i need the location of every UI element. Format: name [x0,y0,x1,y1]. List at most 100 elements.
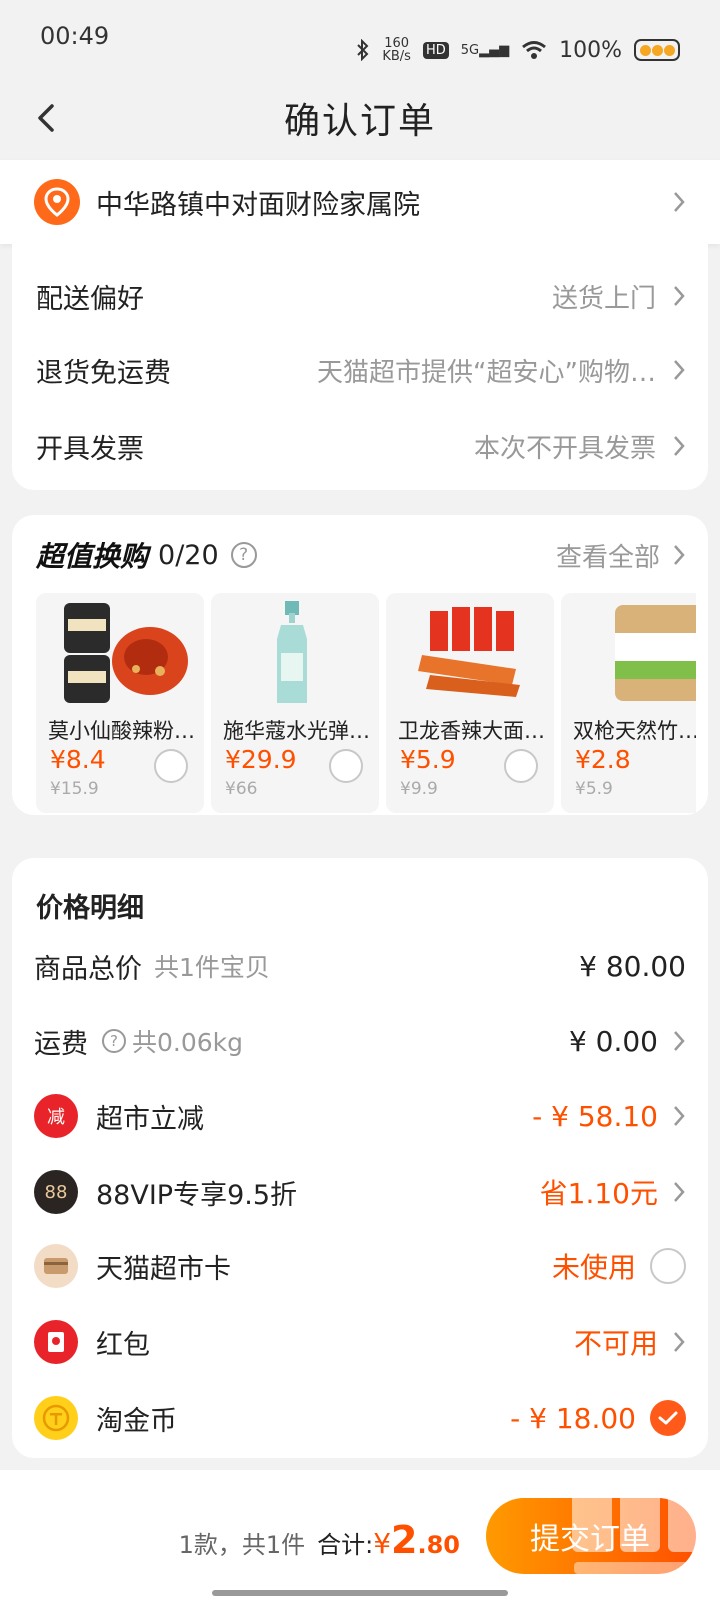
help-icon[interactable]: ? [102,1029,126,1053]
swap-product-card[interactable]: 施华蔻水光弹… ¥29.9 ¥66 [211,593,379,813]
chevron-right-icon [674,1031,685,1051]
invoice-value: 本次不开具发票 [473,433,656,464]
swap-title: 超值换购 [36,540,149,573]
shipping-weight: 共0.06kg [132,1028,244,1057]
items-total-row: 商品总价 共1件宝贝 ¥ 80.00 [34,940,686,992]
vip-discount-label: 88VIP专享9.5折 [96,1179,298,1211]
swap-select-radio[interactable] [329,749,363,783]
swap-product-price: ¥8.4 [50,745,106,774]
items-total-label: 商品总价 [34,953,142,985]
swap-product-original-price: ¥66 [225,779,258,799]
swap-product-list: 莫小仙酸辣粉… ¥8.4 ¥15.9 施华蔻水光弹… ¥29.9 ¥66 卫龙香… [36,593,696,813]
item-count: 1款，共1件 [178,1531,306,1559]
battery-percent: 100% [559,37,622,63]
swap-product-name: 卫龙香辣大面… [398,719,545,743]
vip-88-icon: 88 [34,1170,78,1214]
wifi-icon [522,41,547,59]
status-bar: 00:49 160 KB/s HD 5G▂▄▆ 100% [0,0,720,78]
chevron-right-icon [674,545,685,565]
address-text: 中华路镇中对面财险家属院 [96,189,420,221]
delivery-preference-row[interactable]: 配送偏好 送货上门 [36,276,686,316]
items-total-count: 共1件宝贝 [154,953,270,982]
nav-bar: 确认订单 [0,78,720,158]
taojin-coin-label: 淘金币 [96,1405,177,1437]
net-speed: 160 KB/s [382,36,411,64]
chevron-right-icon [674,436,685,456]
toothpick-jar-image [615,605,696,701]
red-packet-label: 红包 [96,1329,150,1361]
total-label: 合计: [317,1531,374,1559]
noodle-bowl-image [64,603,188,703]
chevron-right-icon [674,1182,685,1202]
supermarket-discount-label: 超市立减 [96,1103,204,1135]
swap-header: 超值换购 0/20 ? 查看全部 [36,535,686,575]
total-integer: 2 [391,1518,418,1562]
swap-purchase-card: 超值换购 0/20 ? 查看全部 莫小仙酸辣粉… ¥8.4 ¥15.9 施华蔻水… [12,515,708,815]
return-shipping-row[interactable]: 退货免运费 天猫超市提供“超安心”购物… [36,350,686,390]
shipping-row[interactable]: 运费 ? 共0.06kg ¥ 0.00 [34,1015,686,1067]
invoice-row[interactable]: 开具发票 本次不开具发票 [36,426,686,466]
swap-product-card[interactable]: 卫龙香辣大面… ¥5.9 ¥9.9 [386,593,554,813]
swap-select-radio[interactable] [504,749,538,783]
swap-select-radio[interactable] [154,749,188,783]
price-detail-title: 价格明细 [36,893,144,924]
watermark-logo [572,1492,708,1574]
swap-product-price: ¥5.9 [400,745,456,774]
swap-product-name: 施华蔻水光弹… [223,719,370,743]
taojin-coin-value: - ¥ 18.00 [510,1401,636,1435]
discount-badge-icon: 减 [34,1094,78,1138]
price-detail-card: 价格明细 商品总价 共1件宝贝 ¥ 80.00 运费 ? 共0.06kg ¥ 0… [12,858,708,1458]
card-icon [34,1244,78,1288]
swap-product-card[interactable]: 莫小仙酸辣粉… ¥8.4 ¥15.9 [36,593,204,813]
order-summary: 1款，共1件 合计: ¥ 2 .80 [179,1518,460,1562]
view-all-link[interactable]: 查看全部 [556,537,660,574]
vip-discount-row[interactable]: 88 88VIP专享9.5折 省1.10元 [34,1166,686,1218]
red-packet-row[interactable]: 红包 不可用 [34,1316,686,1368]
red-packet-icon [34,1320,78,1364]
swap-product-original-price: ¥9.9 [400,779,438,799]
delivery-card: 配送偏好 送货上门 退货免运费 天猫超市提供“超安心”购物… 开具发票 本次不开… [12,244,708,490]
invoice-label: 开具发票 [36,433,144,465]
delivery-preference-value: 送货上门 [551,283,656,314]
shampoo-bottle-image [277,601,307,703]
chevron-right-icon [674,360,685,380]
home-indicator[interactable] [212,1590,508,1596]
supermarket-discount-row[interactable]: 减 超市立减 - ¥ 58.10 [34,1090,686,1142]
shipping-value: ¥ 0.00 [568,1024,658,1058]
page-title: 确认订单 [283,101,436,142]
supermarket-card-row[interactable]: 天猫超市卡 未使用 [34,1240,686,1292]
swap-count: 0/20 [158,539,219,571]
spicy-strips-image [418,607,520,697]
supermarket-card-label: 天猫超市卡 [96,1253,231,1285]
return-shipping-label: 退货免运费 [36,357,171,389]
chevron-right-icon [674,1332,685,1352]
return-shipping-value: 天猫超市提供“超安心”购物… [317,357,656,388]
total-decimal: .80 [417,1531,460,1559]
shipping-label: 运费 [34,1028,88,1060]
address-row[interactable]: 中华路镇中对面财险家属院 [0,160,720,244]
signal-icon: 5G▂▄▆ [460,42,510,58]
red-packet-value: 不可用 [573,1327,658,1360]
vip-discount-value: 省1.10元 [539,1177,658,1210]
swap-product-price: ¥2.8 [575,745,631,774]
swap-product-original-price: ¥15.9 [50,779,99,799]
total-currency: ¥ [373,1527,392,1560]
back-arrow-icon[interactable] [28,96,68,140]
location-pin-icon [34,179,80,225]
help-icon[interactable]: ? [230,542,257,568]
battery-icon [634,39,680,61]
supermarket-card-value: 未使用 [551,1251,636,1284]
delivery-preference-label: 配送偏好 [36,283,144,315]
supermarket-card-radio[interactable] [650,1248,686,1284]
gold-coin-icon [34,1396,78,1440]
checkout-bar: 1款，共1件 合计: ¥ 2 .80 提交订单 [0,1470,720,1600]
chevron-right-icon [674,192,685,212]
swap-product-card[interactable]: 双枪天然竹… ¥2.8 ¥5.9 [561,593,696,813]
status-icons: 160 KB/s HD 5G▂▄▆ 100% [356,22,680,78]
swap-product-original-price: ¥5.9 [575,779,613,799]
taojin-coin-row[interactable]: 淘金币 - ¥ 18.00 [34,1392,686,1444]
checkmark-icon[interactable] [650,1400,686,1436]
status-time: 00:49 [40,22,110,50]
bluetooth-icon [357,39,369,61]
swap-product-name: 莫小仙酸辣粉… [48,719,195,743]
